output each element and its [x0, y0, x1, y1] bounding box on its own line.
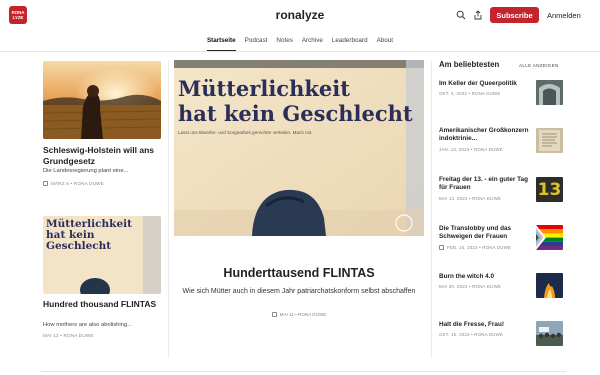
tab-notes[interactable]: Notes: [276, 32, 292, 51]
share-icon[interactable]: [472, 9, 484, 21]
popular-item-meta-text: FEB. 15, 2023 • RONA DUWE: [447, 245, 512, 250]
site-header: RONA LYZE ronalyze Subscribe Anmelden: [0, 0, 600, 32]
tab-archive[interactable]: Archive: [302, 32, 323, 51]
main-nav: Startseite Podcast Notes Archive Leaderb…: [0, 32, 600, 52]
post-subtitle-2: How mothers are also abolishing...: [43, 322, 132, 328]
hero-meta: MAI 11 • RONA DUWE: [174, 312, 424, 318]
signin-link[interactable]: Anmelden: [547, 11, 581, 20]
post-meta: MÄRZ 6 • RONA DUWE: [43, 181, 104, 187]
popular-item-title[interactable]: Im Keller der Queerpolitik: [439, 80, 531, 88]
post-subtitle: Die Landesregierung plant eine...: [43, 168, 129, 174]
popular-item-meta: OKT. 4, 2022 • RONA DUWE: [439, 91, 501, 96]
popular-thumb-thirteen[interactable]: 13: [536, 177, 563, 202]
search-icon[interactable]: [455, 9, 467, 21]
popular-thumb-cellar[interactable]: [536, 80, 563, 105]
popular-thumb-fire[interactable]: [536, 273, 563, 298]
hero-title[interactable]: Hunderttausend FLINTAS: [174, 266, 424, 280]
divider: [41, 371, 566, 372]
popular-item-meta: OKT. 15, 2022 • RONA DUWE: [439, 332, 504, 337]
logo-text: RONA LYZE: [11, 10, 25, 20]
hero-poster-line1: Mütterlichkeit: [178, 76, 350, 101]
site-title[interactable]: ronalyze: [276, 8, 325, 22]
lock-icon: [43, 181, 48, 187]
post-image-poster[interactable]: Mütterlichkeit hat kein Geschlecht: [43, 216, 161, 294]
thirteen-text: 13: [537, 179, 562, 200]
popular-header: Am beliebtesten: [439, 60, 500, 69]
see-all-link[interactable]: ALLE ANZEIGEN: [519, 63, 559, 68]
popular-item-title[interactable]: Halt die Fresse, Frau!: [439, 321, 531, 329]
site-logo[interactable]: RONA LYZE: [9, 6, 27, 24]
tab-podcast[interactable]: Podcast: [245, 32, 268, 51]
post-title[interactable]: Schleswig-Holstein will ans Grundgesetz: [43, 145, 161, 166]
lock-icon: [439, 245, 444, 251]
tab-startseite[interactable]: Startseite: [206, 32, 236, 51]
hero-poster-line2: hat kein Geschlecht: [178, 101, 413, 126]
hero-image[interactable]: Mütterlichkeit hat kein Geschlecht Lasst…: [174, 60, 424, 236]
hero-poster-small-text: Lasst uns Biwerbs- und Sorgearbeit gerec…: [178, 130, 313, 135]
hero-meta-text: MAI 11 • RONA DUWE: [279, 312, 327, 317]
popular-thumb-document[interactable]: [536, 128, 563, 153]
subscribe-button[interactable]: Subscribe: [490, 7, 539, 23]
post-meta-2: MAI 12 • RONA DUWE: [43, 333, 94, 338]
divider: [431, 60, 432, 358]
popular-thumb-flag[interactable]: [536, 225, 563, 250]
popular-item-title[interactable]: Freitag der 13. - ein guter Tag für Frau…: [439, 176, 531, 192]
tab-leaderboard[interactable]: Leaderboard: [332, 32, 368, 51]
post-title-2[interactable]: Hundred thousand FLINTAS: [43, 299, 161, 310]
popular-item-meta: FEB. 15, 2023 • RONA DUWE: [439, 245, 512, 251]
post-meta-text: MÄRZ 6 • RONA DUWE: [51, 181, 104, 186]
popular-thumb-crowd[interactable]: [536, 321, 563, 346]
popular-item-meta: MAI 30, 2022 • RONA DUWE: [439, 284, 501, 289]
popular-item-title[interactable]: Die Translobby und das Schweigen der Fra…: [439, 225, 531, 241]
popular-item-meta: MAI 13, 2022 • RONA DUWE: [439, 196, 501, 201]
lock-icon: [271, 312, 277, 318]
popular-item-meta: JAN. 13, 2023 • RONA DUWE: [439, 147, 503, 152]
hero-subtitle: Wie sich Mütter auch in diesem Jahr patr…: [182, 288, 416, 295]
divider: [168, 60, 169, 358]
popular-item-title[interactable]: Burn the witch 4.0: [439, 273, 531, 281]
popular-item-title[interactable]: Amerikanischer Großkonzern indoktrinie..…: [439, 127, 531, 143]
tab-about[interactable]: About: [377, 32, 393, 51]
post-image-sunset[interactable]: [43, 61, 161, 139]
